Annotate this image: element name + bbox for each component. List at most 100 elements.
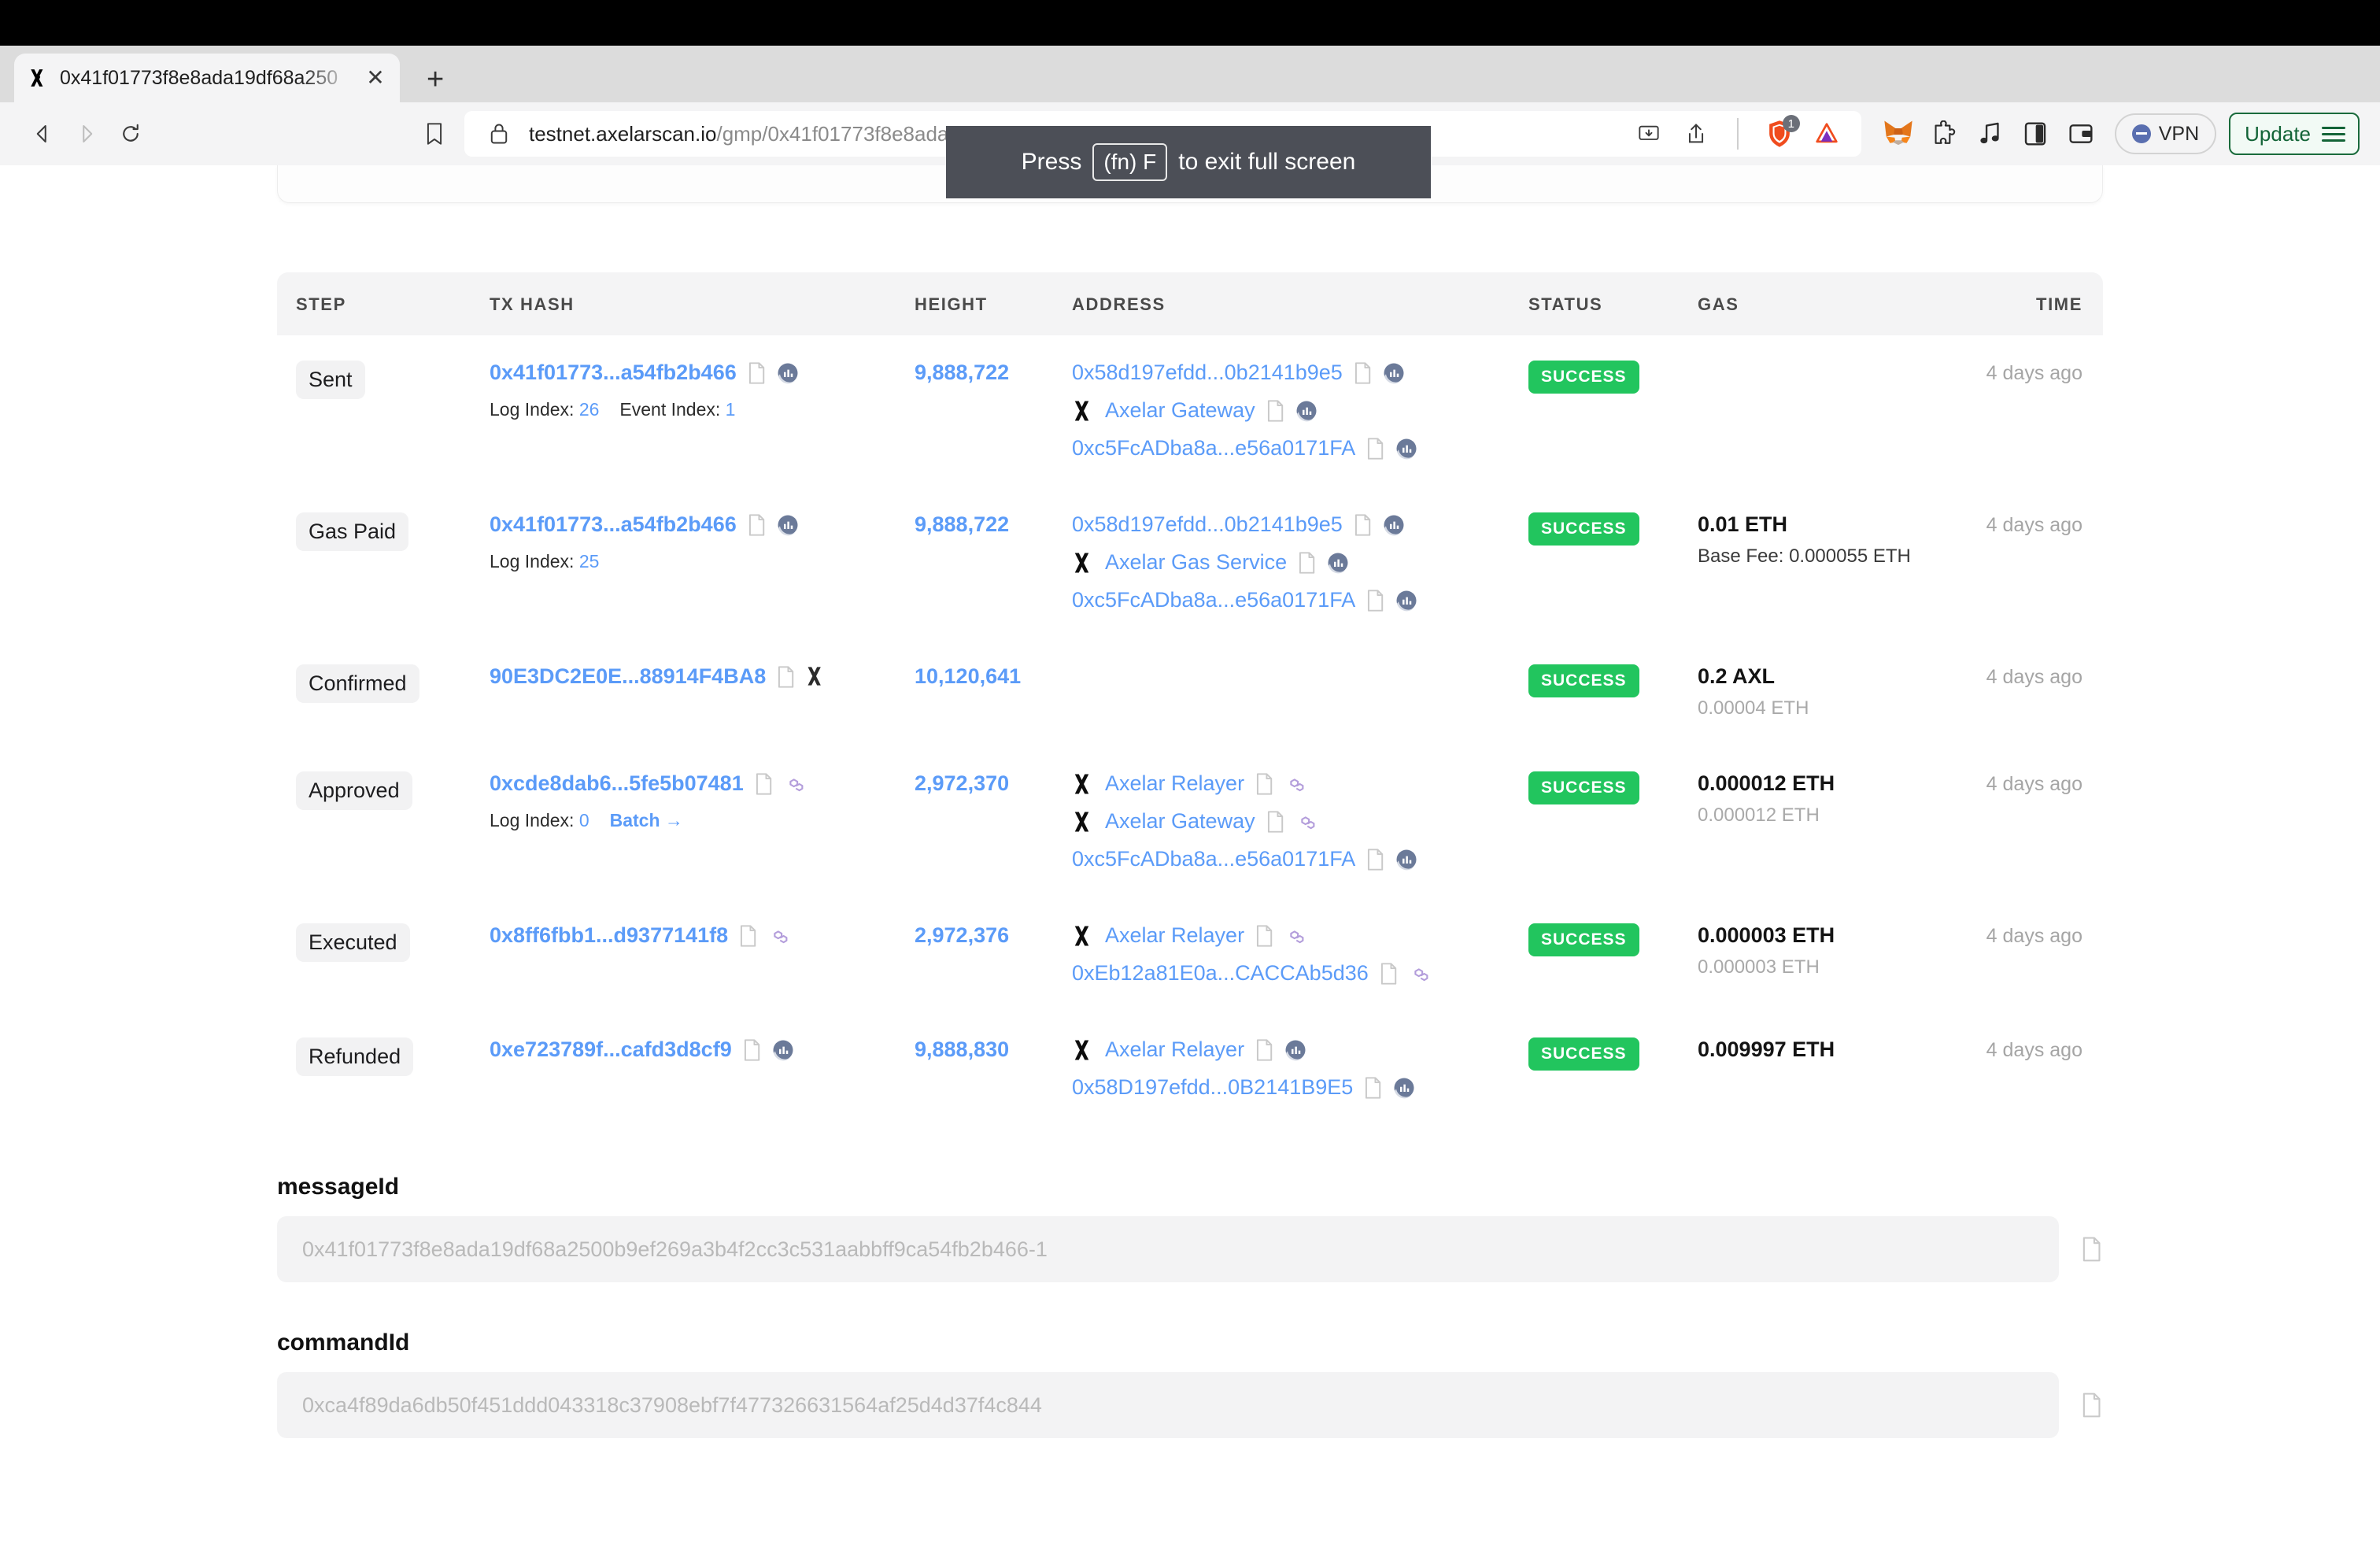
address-link[interactable]: Axelar Gas Service: [1105, 550, 1287, 575]
tx-hash-link[interactable]: 0x8ff6fbb1...d9377141f8: [490, 923, 728, 948]
new-tab-button[interactable]: +: [427, 65, 444, 94]
address-link[interactable]: 0x58d197efdd...0b2141b9e5: [1072, 361, 1343, 385]
close-icon[interactable]: ✕: [365, 67, 386, 89]
copy-icon[interactable]: [1365, 589, 1385, 612]
address-link[interactable]: 0xc5FcADba8a...e56a0171FA: [1072, 436, 1355, 460]
block-height-link[interactable]: 2,972,370: [915, 771, 1009, 795]
blockscan-icon[interactable]: [776, 513, 800, 537]
blockscan-icon[interactable]: [1392, 1076, 1416, 1100]
address-link[interactable]: 0xc5FcADba8a...e56a0171FA: [1072, 847, 1355, 871]
blockscan-icon[interactable]: [1395, 437, 1418, 460]
wallet-extension-icon[interactable]: [2058, 111, 2104, 157]
address-link[interactable]: 0xEb12a81E0a...CACCAb5d36: [1072, 961, 1369, 986]
address-entry: 0x58d197efdd...0b2141b9e5: [1072, 361, 1528, 385]
blockscan-icon[interactable]: [1284, 1038, 1307, 1062]
tx-hash-link[interactable]: 0x41f01773...a54fb2b466: [490, 512, 737, 537]
gas-subtext: 0.000003 ETH: [1698, 956, 1820, 978]
axelar-logo-icon[interactable]: [805, 665, 829, 689]
blockscan-icon[interactable]: [1395, 589, 1418, 612]
cell-tx-hash: 0x41f01773...a54fb2b466 Log Index: 26 Even…: [490, 335, 915, 487]
copy-icon[interactable]: [1362, 1076, 1383, 1100]
copy-icon[interactable]: [1296, 551, 1317, 575]
timestamp: 4 days ago: [1986, 773, 2082, 795]
copy-icon[interactable]: [1378, 962, 1399, 986]
copy-icon[interactable]: [1365, 437, 1385, 460]
copy-icon[interactable]: [737, 924, 758, 948]
address-link[interactable]: 0x58d197efdd...0b2141b9e5: [1072, 512, 1343, 537]
polygonscan-icon[interactable]: [783, 772, 807, 796]
copy-icon[interactable]: [2079, 1236, 2103, 1263]
share-icon[interactable]: [1679, 117, 1713, 151]
copy-icon[interactable]: [741, 1038, 762, 1062]
copy-icon[interactable]: [1265, 810, 1285, 834]
back-button[interactable]: [20, 112, 65, 156]
brave-rewards-icon[interactable]: [1809, 117, 1844, 151]
address-entry: 0xc5FcADba8a...e56a0171FA: [1072, 588, 1528, 612]
copy-icon[interactable]: [1352, 361, 1373, 385]
blockscan-icon[interactable]: [1395, 848, 1418, 871]
block-height-link[interactable]: 9,888,830: [915, 1037, 1009, 1061]
blockscan-icon[interactable]: [776, 361, 800, 385]
address-link[interactable]: Axelar Relayer: [1105, 771, 1244, 796]
copy-icon[interactable]: [2079, 1392, 2103, 1418]
puzzle-extension-icon[interactable]: [1921, 111, 1967, 157]
address-link[interactable]: Axelar Gateway: [1105, 398, 1255, 423]
copy-icon[interactable]: [1254, 772, 1274, 796]
meta-value[interactable]: 1: [726, 399, 736, 420]
install-app-icon[interactable]: [1632, 117, 1666, 151]
hamburger-menu-icon[interactable]: [2322, 126, 2345, 142]
polygonscan-icon[interactable]: [1408, 962, 1432, 986]
polygonscan-icon[interactable]: [1284, 924, 1307, 948]
toast-key: (fn) F: [1092, 143, 1168, 181]
address-entry: 0xEb12a81E0a...CACCAb5d36: [1072, 961, 1528, 986]
blockscan-icon[interactable]: [771, 1038, 795, 1062]
meta-value[interactable]: 26: [579, 399, 600, 420]
polygonscan-icon[interactable]: [767, 924, 791, 948]
address-link[interactable]: Axelar Relayer: [1105, 1037, 1244, 1062]
polygonscan-icon[interactable]: [1284, 772, 1307, 796]
tx-hash-link[interactable]: 0xcde8dab6...5fe5b07481: [490, 771, 744, 796]
sidebar-panel-icon[interactable]: [2012, 111, 2058, 157]
meta-value[interactable]: 25: [579, 551, 600, 571]
forward-button[interactable]: [65, 112, 109, 156]
tx-hash-link[interactable]: 0xe723789f...cafd3d8cf9: [490, 1037, 732, 1062]
block-height-link[interactable]: 10,120,641: [915, 664, 1021, 688]
meta-value[interactable]: 0: [579, 810, 589, 830]
copy-icon[interactable]: [746, 513, 767, 537]
address-link[interactable]: Axelar Relayer: [1105, 923, 1244, 948]
block-height-link[interactable]: 2,972,376: [915, 923, 1009, 947]
batch-link[interactable]: Batch →: [610, 810, 683, 831]
address-link[interactable]: 0x58D197efdd...0B2141B9E5: [1072, 1075, 1353, 1100]
copy-icon[interactable]: [1254, 1038, 1274, 1062]
polygonscan-icon[interactable]: [1295, 810, 1318, 834]
address-link[interactable]: Axelar Gateway: [1105, 809, 1255, 834]
copy-icon[interactable]: [746, 361, 767, 385]
tx-hash-link[interactable]: 0x41f01773...a54fb2b466: [490, 361, 737, 385]
vpn-button[interactable]: VPN: [2114, 113, 2217, 154]
block-height-link[interactable]: 9,888,722: [915, 512, 1009, 536]
cell-tx-hash: 0x41f01773...a54fb2b466 Log Index: 25: [490, 487, 915, 639]
blockscan-icon[interactable]: [1295, 399, 1318, 423]
blockscan-icon[interactable]: [1326, 551, 1350, 575]
copy-icon[interactable]: [1254, 924, 1274, 948]
address-link[interactable]: 0xc5FcADba8a...e56a0171FA: [1072, 588, 1355, 612]
tx-hash-link[interactable]: 90E3DC2E0E...88914F4BA8: [490, 664, 766, 689]
reload-button[interactable]: [109, 112, 153, 156]
metamask-extension-icon[interactable]: [1876, 111, 1921, 157]
meta-item: Log Index: 26: [490, 399, 600, 420]
copy-icon[interactable]: [1352, 513, 1373, 537]
block-height-link[interactable]: 9,888,722: [915, 361, 1009, 384]
browser-tab[interactable]: 0x41f01773f8e8ada19df68a250 ✕: [14, 54, 400, 102]
blockscan-icon[interactable]: [1382, 361, 1406, 385]
meta-item: Log Index: 25: [490, 551, 600, 571]
copy-icon[interactable]: [775, 665, 796, 689]
update-button[interactable]: Update: [2229, 113, 2360, 155]
blockscan-icon[interactable]: [1382, 513, 1406, 537]
bookmark-icon[interactable]: [412, 112, 456, 156]
copy-icon[interactable]: [1365, 848, 1385, 871]
brave-shields-icon[interactable]: 1: [1762, 115, 1800, 151]
music-note-icon[interactable]: [1967, 111, 2012, 157]
copy-icon[interactable]: [753, 772, 774, 796]
cell-gas: 0.009997 ETH: [1698, 1012, 1957, 1126]
copy-icon[interactable]: [1265, 399, 1285, 423]
